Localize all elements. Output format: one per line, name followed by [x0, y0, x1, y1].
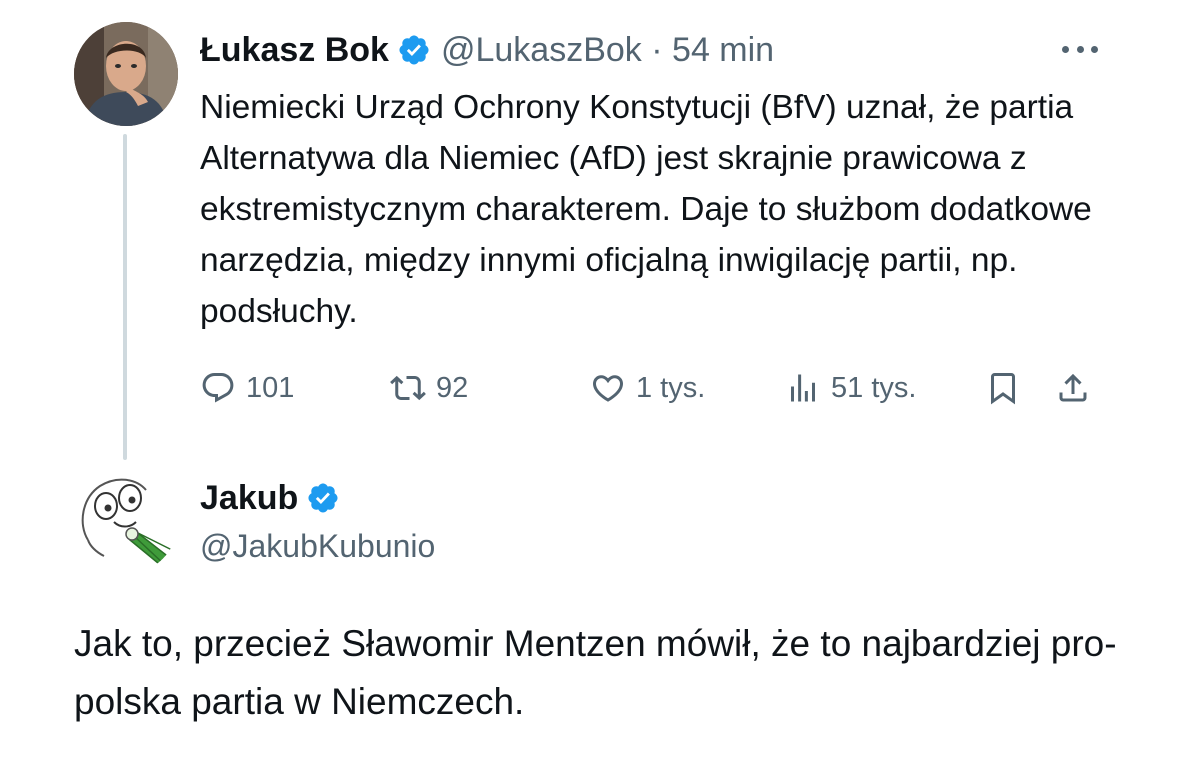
tweet-header: Łukasz Bok @LukaszBok · 54 min [200, 28, 774, 72]
views-count: 51 tys. [831, 371, 917, 404]
meta-separator [642, 31, 651, 70]
meta-separator [663, 31, 672, 70]
reply-author-name[interactable]: Jakub [200, 479, 298, 518]
like-count: 1 tys. [636, 371, 706, 404]
avatar-jakub[interactable] [74, 470, 178, 574]
share-icon [1059, 373, 1087, 402]
author-handle[interactable]: @LukaszBok [441, 31, 642, 70]
retweet-count: 92 [436, 371, 469, 404]
thread-connector-line [123, 134, 127, 460]
reply-count: 101 [246, 371, 295, 404]
retweet-button[interactable]: 92 [390, 362, 468, 414]
tweet-time[interactable]: 54 min [672, 31, 774, 70]
heart-icon [592, 375, 624, 402]
bookmark-button[interactable] [985, 362, 1021, 414]
like-button[interactable]: 1 tys. [590, 362, 705, 414]
reply-header: Jakub [200, 474, 350, 522]
verified-badge-icon [397, 33, 431, 67]
more-dots-icon[interactable] [1058, 34, 1102, 64]
reply-button[interactable]: 101 [200, 362, 294, 414]
avatar-photo [74, 22, 178, 126]
bookmark-icon [991, 373, 1015, 405]
reply-icon [202, 373, 234, 403]
author-name[interactable]: Łukasz Bok [200, 31, 389, 70]
verified-badge-icon [306, 481, 340, 515]
tweet-text: Niemiecki Urząd Ochrony Konstytucji (BfV… [200, 89, 1092, 330]
avatar-meme-drawing [74, 470, 178, 574]
tweet-actions-bar: 101 92 1 tys. 51 tys. [200, 362, 1110, 414]
retweet-icon [390, 375, 426, 401]
views-chart-icon [791, 374, 815, 402]
share-button[interactable] [1055, 362, 1091, 414]
avatar-lukasz-bok[interactable] [74, 22, 178, 126]
reply-author-handle[interactable]: @JakubKubunio [200, 528, 435, 565]
meta-separator-dot: · [651, 30, 663, 69]
reply-text: Jak to, przecież Sławomir Mentzen mówił,… [74, 623, 1117, 722]
views-button[interactable]: 51 tys. [785, 362, 916, 414]
